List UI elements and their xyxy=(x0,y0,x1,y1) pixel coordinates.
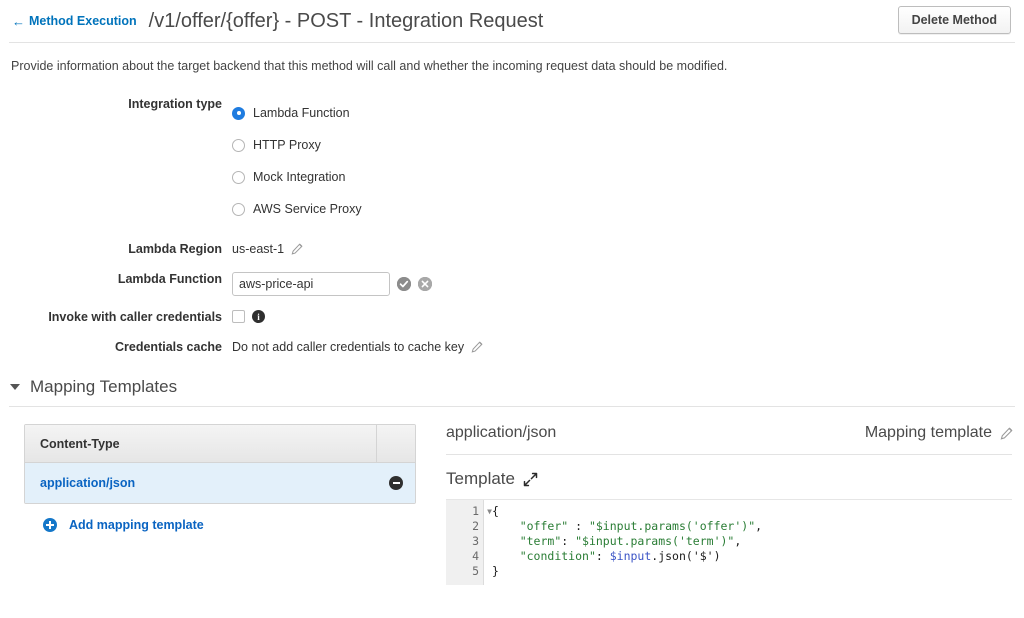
lambda-function-row: Lambda Function xyxy=(0,272,1024,296)
radio-button-lambda-function[interactable] xyxy=(232,106,245,120)
delete-method-button[interactable]: Delete Method xyxy=(897,6,1011,34)
content-type-table: Content-Type application/json xyxy=(24,424,416,504)
invoke-caller-credentials-label: Invoke with caller credentials xyxy=(48,310,222,324)
editor-code-area[interactable]: { "offer" : "$input.params('offer')", "t… xyxy=(484,500,1012,585)
integration-request-form: Integration type Lambda Function HTTP Pr… xyxy=(0,73,1024,354)
radio-option-mock-integration[interactable]: Mock Integration xyxy=(232,161,1024,193)
template-label-row: Template xyxy=(446,455,1012,499)
plus-circle-icon[interactable] xyxy=(43,518,57,532)
info-icon[interactable]: i xyxy=(252,310,265,323)
radio-button-aws-service-proxy[interactable] xyxy=(232,202,245,216)
template-label: Template xyxy=(446,469,515,488)
pencil-icon[interactable] xyxy=(291,243,303,255)
add-mapping-template-row[interactable]: Add mapping template xyxy=(24,504,416,532)
page-header: ← Method Execution /v1/offer/{offer} - P… xyxy=(0,0,1024,42)
page-title: /v1/offer/{offer} - POST - Integration R… xyxy=(148,9,544,32)
integration-type-radio-group[interactable]: Lambda Function HTTP Proxy Mock Integrat… xyxy=(232,97,1024,225)
check-circle-icon[interactable] xyxy=(397,277,411,291)
arrow-left-icon: ← xyxy=(12,13,25,29)
line-number: 2 xyxy=(472,519,479,533)
mapping-templates-panels: Content-Type application/json Add mappin… xyxy=(0,407,1024,585)
integration-type-label: Integration type xyxy=(128,97,222,111)
invoke-caller-credentials-checkbox[interactable] xyxy=(232,310,245,323)
mapping-templates-title: Mapping Templates xyxy=(30,377,178,396)
radio-button-mock-integration[interactable] xyxy=(232,170,245,184)
template-code-editor[interactable]: 1 ▼ 2 3 4 5 { "offer" : "$input.params('o… xyxy=(446,499,1012,585)
radio-option-http-proxy[interactable]: HTTP Proxy xyxy=(232,129,1024,161)
credentials-cache-value: Do not add caller credentials to cache k… xyxy=(232,340,465,354)
credentials-cache-row: Credentials cache Do not add caller cred… xyxy=(0,340,1024,354)
table-row[interactable]: application/json xyxy=(25,463,415,503)
template-detail-header: application/json Mapping template xyxy=(446,424,1013,454)
lambda-region-label: Lambda Region xyxy=(128,242,222,256)
code-line: } xyxy=(492,564,499,578)
pencil-icon[interactable] xyxy=(1000,427,1013,440)
content-type-table-header: Content-Type xyxy=(25,425,415,463)
mapping-templates-section-header[interactable]: Mapping Templates xyxy=(0,377,1024,397)
mapping-template-label: Mapping template xyxy=(864,424,992,441)
radio-label-http-proxy: HTTP Proxy xyxy=(253,138,321,152)
add-mapping-template-label[interactable]: Add mapping template xyxy=(69,518,204,532)
radio-label-lambda-function: Lambda Function xyxy=(253,106,350,120)
radio-label-mock-integration: Mock Integration xyxy=(253,170,346,184)
line-number: 3 xyxy=(472,534,479,548)
back-to-method-execution-link[interactable]: ← Method Execution xyxy=(12,14,137,28)
expand-arrows-icon[interactable] xyxy=(523,472,538,487)
content-type-column-header: Content-Type xyxy=(25,425,377,462)
line-number: 5 xyxy=(472,564,479,578)
radio-option-lambda-function[interactable]: Lambda Function xyxy=(232,97,1024,129)
radio-option-aws-service-proxy[interactable]: AWS Service Proxy xyxy=(232,193,1024,225)
content-type-panel: Content-Type application/json Add mappin… xyxy=(24,424,416,585)
code-fold-toggle-icon[interactable]: ▼ xyxy=(487,504,492,519)
pencil-icon[interactable] xyxy=(471,341,483,353)
code-line: "condition": $input.json('$') xyxy=(519,549,721,563)
editor-gutter: 1 ▼ 2 3 4 5 xyxy=(446,500,492,585)
integration-type-row: Integration type Lambda Function HTTP Pr… xyxy=(0,97,1024,225)
template-detail-panel: application/json Mapping template Templa… xyxy=(446,424,1013,585)
selected-content-type: application/json xyxy=(446,424,557,441)
line-number: 4 xyxy=(472,549,479,563)
content-type-action-column-header xyxy=(377,425,415,462)
lambda-region-row: Lambda Region us-east-1 xyxy=(0,242,1024,256)
code-line: "offer" : "$input.params('offer')", xyxy=(519,519,763,533)
minus-circle-icon[interactable] xyxy=(389,476,403,490)
radio-label-aws-service-proxy: AWS Service Proxy xyxy=(253,202,362,216)
mapping-template-selector[interactable]: Mapping template xyxy=(864,424,1013,442)
lambda-region-value: us-east-1 xyxy=(232,242,285,256)
page-description: Provide information about the target bac… xyxy=(11,59,728,73)
back-link-label: Method Execution xyxy=(29,14,137,28)
lambda-function-input[interactable] xyxy=(232,272,390,296)
x-circle-icon[interactable] xyxy=(418,277,432,291)
caret-down-icon[interactable] xyxy=(10,384,20,390)
code-line: { xyxy=(492,504,499,518)
invoke-caller-credentials-row: Invoke with caller credentials i xyxy=(0,310,1024,324)
content-type-row-action[interactable] xyxy=(377,476,415,490)
line-number: 1 ▼ xyxy=(472,504,492,518)
credentials-cache-label: Credentials cache xyxy=(115,340,222,354)
radio-button-http-proxy[interactable] xyxy=(232,138,245,152)
code-line: "term": "$input.params('term')", xyxy=(519,534,742,548)
content-type-cell[interactable]: application/json xyxy=(25,476,377,490)
lambda-function-label: Lambda Function xyxy=(117,272,222,286)
